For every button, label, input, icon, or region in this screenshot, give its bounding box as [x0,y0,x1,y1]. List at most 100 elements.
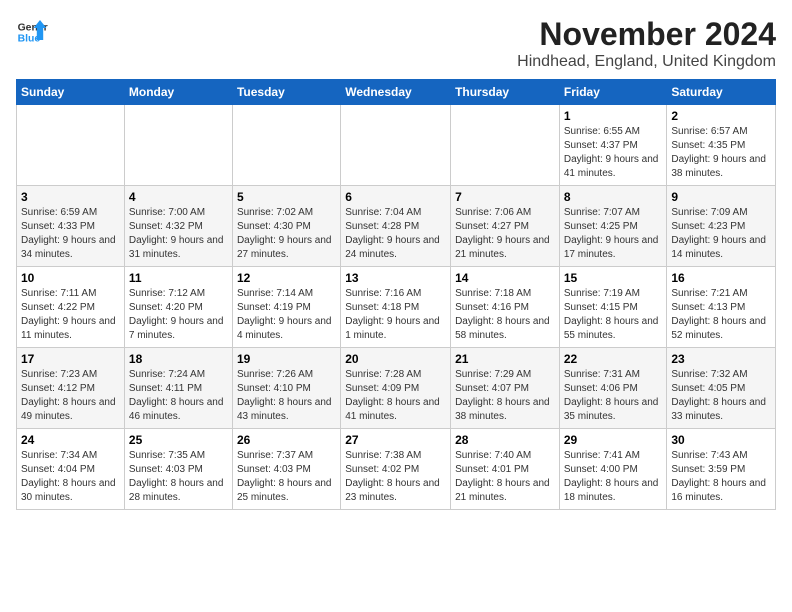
day-number: 24 [21,433,120,447]
calendar-cell: 2 Sunrise: 6:57 AM Sunset: 4:35 PM Daylig… [667,105,776,186]
month-year: November 2024 [517,16,776,53]
calendar-cell [124,105,232,186]
calendar-cell: 6 Sunrise: 7:04 AM Sunset: 4:28 PM Daylig… [341,186,451,267]
week-row-3: 10 Sunrise: 7:11 AM Sunset: 4:22 PM Dayli… [17,267,776,348]
calendar-cell [17,105,125,186]
day-detail: Sunrise: 7:41 AM Sunset: 4:00 PM Dayligh… [564,449,663,505]
day-number: 1 [564,109,663,123]
day-detail: Sunrise: 7:12 AM Sunset: 4:20 PM Dayligh… [129,287,228,343]
calendar-cell: 26Sunrise: 7:37 AM Sunset: 4:03 PM Dayli… [232,429,340,510]
location: Hindhead, England, United Kingdom [517,53,776,71]
day-number: 14 [455,271,555,285]
day-number: 7 [455,190,555,204]
day-detail: Sunrise: 7:35 AM Sunset: 4:03 PM Dayligh… [129,449,228,505]
day-detail: Sunrise: 7:18 AM Sunset: 4:16 PM Dayligh… [455,287,555,343]
calendar-cell: 24Sunrise: 7:34 AM Sunset: 4:04 PM Dayli… [17,429,125,510]
calendar-cell: 22Sunrise: 7:31 AM Sunset: 4:06 PM Dayli… [559,348,667,429]
day-number: 13 [345,271,446,285]
day-number: 12 [237,271,336,285]
page-header: General Blue November 2024 Hindhead, Eng… [16,16,776,71]
calendar-cell: 9 Sunrise: 7:09 AM Sunset: 4:23 PM Daylig… [667,186,776,267]
logo-icon: General Blue [16,16,48,48]
calendar-cell [232,105,340,186]
calendar-cell: 11Sunrise: 7:12 AM Sunset: 4:20 PM Dayli… [124,267,232,348]
day-detail: Sunrise: 7:04 AM Sunset: 4:28 PM Dayligh… [345,206,446,262]
col-header-tuesday: Tuesday [232,80,340,105]
day-number: 6 [345,190,446,204]
day-number: 15 [564,271,663,285]
calendar-cell: 3Sunrise: 6:59 AM Sunset: 4:33 PM Daylig… [17,186,125,267]
day-number: 9 [671,190,771,204]
day-detail: Sunrise: 7:29 AM Sunset: 4:07 PM Dayligh… [455,368,555,424]
calendar-cell: 28 Sunrise: 7:40 AM Sunset: 4:01 PM Dayli… [451,429,560,510]
calendar-cell: 17 Sunrise: 7:23 AM Sunset: 4:12 PM Dayli… [17,348,125,429]
week-row-1: 1 Sunrise: 6:55 AM Sunset: 4:37 PM Daylig… [17,105,776,186]
calendar-cell: 7 Sunrise: 7:06 AM Sunset: 4:27 PM Daylig… [451,186,560,267]
day-number: 30 [671,433,771,447]
day-number: 20 [345,352,446,366]
day-detail: Sunrise: 7:38 AM Sunset: 4:02 PM Dayligh… [345,449,446,505]
col-header-thursday: Thursday [451,80,560,105]
day-detail: Sunrise: 6:57 AM Sunset: 4:35 PM Dayligh… [671,125,771,181]
day-number: 22 [564,352,663,366]
day-detail: Sunrise: 7:19 AM Sunset: 4:15 PM Dayligh… [564,287,663,343]
day-detail: Sunrise: 7:37 AM Sunset: 4:03 PM Dayligh… [237,449,336,505]
day-detail: Sunrise: 7:00 AM Sunset: 4:32 PM Dayligh… [129,206,228,262]
day-detail: Sunrise: 7:40 AM Sunset: 4:01 PM Dayligh… [455,449,555,505]
day-detail: Sunrise: 7:14 AM Sunset: 4:19 PM Dayligh… [237,287,336,343]
week-row-4: 17 Sunrise: 7:23 AM Sunset: 4:12 PM Dayli… [17,348,776,429]
day-detail: Sunrise: 7:11 AM Sunset: 4:22 PM Dayligh… [21,287,120,343]
calendar-cell: 29 Sunrise: 7:41 AM Sunset: 4:00 PM Dayli… [559,429,667,510]
day-number: 19 [237,352,336,366]
calendar-cell [341,105,451,186]
title-block: November 2024 Hindhead, England, United … [517,16,776,71]
day-detail: Sunrise: 7:16 AM Sunset: 4:18 PM Dayligh… [345,287,446,343]
day-number: 29 [564,433,663,447]
day-detail: Sunrise: 7:43 AM Sunset: 3:59 PM Dayligh… [671,449,771,505]
day-number: 28 [455,433,555,447]
day-detail: Sunrise: 6:59 AM Sunset: 4:33 PM Dayligh… [21,206,120,262]
calendar-cell: 4 Sunrise: 7:00 AM Sunset: 4:32 PM Daylig… [124,186,232,267]
day-detail: Sunrise: 7:26 AM Sunset: 4:10 PM Dayligh… [237,368,336,424]
day-detail: Sunrise: 7:06 AM Sunset: 4:27 PM Dayligh… [455,206,555,262]
calendar-cell: 21 Sunrise: 7:29 AM Sunset: 4:07 PM Dayli… [451,348,560,429]
calendar-cell: 30 Sunrise: 7:43 AM Sunset: 3:59 PM Dayli… [667,429,776,510]
week-row-2: 3Sunrise: 6:59 AM Sunset: 4:33 PM Daylig… [17,186,776,267]
day-number: 17 [21,352,120,366]
day-number: 10 [21,271,120,285]
col-header-saturday: Saturday [667,80,776,105]
calendar-body: 1 Sunrise: 6:55 AM Sunset: 4:37 PM Daylig… [17,105,776,510]
calendar-cell: 23 Sunrise: 7:32 AM Sunset: 4:05 PM Dayli… [667,348,776,429]
day-detail: Sunrise: 7:32 AM Sunset: 4:05 PM Dayligh… [671,368,771,424]
calendar-cell: 1 Sunrise: 6:55 AM Sunset: 4:37 PM Daylig… [559,105,667,186]
day-detail: Sunrise: 7:21 AM Sunset: 4:13 PM Dayligh… [671,287,771,343]
col-header-friday: Friday [559,80,667,105]
day-detail: Sunrise: 6:55 AM Sunset: 4:37 PM Dayligh… [564,125,663,181]
day-number: 4 [129,190,228,204]
day-detail: Sunrise: 7:28 AM Sunset: 4:09 PM Dayligh… [345,368,446,424]
calendar-cell: 18Sunrise: 7:24 AM Sunset: 4:11 PM Dayli… [124,348,232,429]
day-number: 21 [455,352,555,366]
col-header-monday: Monday [124,80,232,105]
calendar-cell: 5Sunrise: 7:02 AM Sunset: 4:30 PM Daylig… [232,186,340,267]
day-number: 16 [671,271,771,285]
calendar-cell: 14 Sunrise: 7:18 AM Sunset: 4:16 PM Dayli… [451,267,560,348]
week-row-5: 24Sunrise: 7:34 AM Sunset: 4:04 PM Dayli… [17,429,776,510]
day-number: 2 [671,109,771,123]
day-detail: Sunrise: 7:23 AM Sunset: 4:12 PM Dayligh… [21,368,120,424]
calendar-cell: 13 Sunrise: 7:16 AM Sunset: 4:18 PM Dayli… [341,267,451,348]
calendar-cell: 16 Sunrise: 7:21 AM Sunset: 4:13 PM Dayli… [667,267,776,348]
day-number: 23 [671,352,771,366]
calendar-cell: 8Sunrise: 7:07 AM Sunset: 4:25 PM Daylig… [559,186,667,267]
calendar-cell: 25 Sunrise: 7:35 AM Sunset: 4:03 PM Dayli… [124,429,232,510]
calendar-cell: 20 Sunrise: 7:28 AM Sunset: 4:09 PM Dayli… [341,348,451,429]
day-number: 5 [237,190,336,204]
calendar-header-row: SundayMondayTuesdayWednesdayThursdayFrid… [17,80,776,105]
calendar-cell: 27 Sunrise: 7:38 AM Sunset: 4:02 PM Dayli… [341,429,451,510]
calendar-cell: 12 Sunrise: 7:14 AM Sunset: 4:19 PM Dayli… [232,267,340,348]
day-detail: Sunrise: 7:09 AM Sunset: 4:23 PM Dayligh… [671,206,771,262]
day-number: 8 [564,190,663,204]
calendar-cell: 15 Sunrise: 7:19 AM Sunset: 4:15 PM Dayli… [559,267,667,348]
day-number: 27 [345,433,446,447]
day-number: 25 [129,433,228,447]
